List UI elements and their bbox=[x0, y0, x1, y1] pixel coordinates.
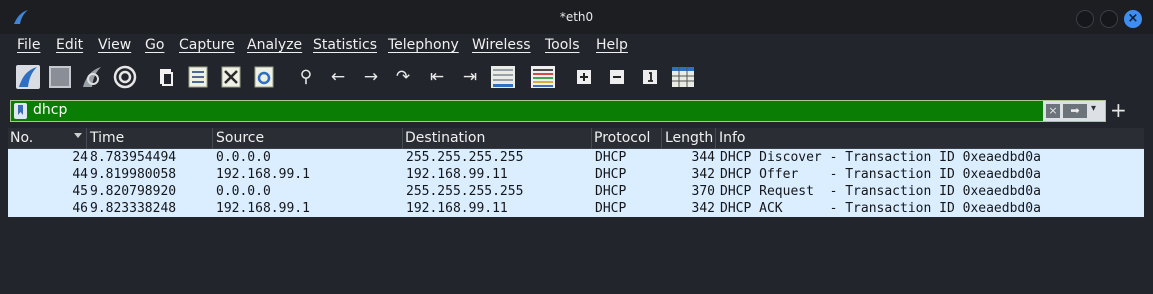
cell-source: 0.0.0.0 bbox=[216, 184, 271, 199]
cell-protocol: DHCP bbox=[595, 201, 627, 216]
cell-time: 8.783954494 bbox=[90, 150, 177, 165]
cell-no: 45 bbox=[72, 184, 88, 199]
menu-bar: File Edit View Go Capture Analyze Statis… bbox=[0, 34, 1153, 58]
stop-capture-icon[interactable] bbox=[46, 63, 74, 91]
packet-row[interactable]: 45 9.820798920 0.0.0.0 255.255.255.255 D… bbox=[8, 183, 1144, 200]
cell-no: 46 bbox=[72, 201, 88, 216]
column-divider[interactable] bbox=[86, 128, 87, 149]
find-packet-icon[interactable]: ⚲ bbox=[292, 63, 320, 91]
menu-help[interactable]: Help bbox=[596, 37, 628, 53]
menu-tools[interactable]: Tools bbox=[545, 37, 580, 53]
column-header-no[interactable]: No. bbox=[10, 130, 33, 149]
cell-info: DHCP Offer - Transaction ID 0xeaedbd0a bbox=[720, 167, 1041, 182]
packet-row[interactable]: 24 8.783954494 0.0.0.0 255.255.255.255 D… bbox=[8, 149, 1144, 166]
cell-time: 9.819980058 bbox=[90, 167, 177, 182]
go-to-packet-icon[interactable]: ↷ bbox=[389, 63, 417, 91]
cell-time: 9.820798920 bbox=[90, 184, 177, 199]
menu-wireless[interactable]: Wireless bbox=[472, 37, 531, 53]
cell-no: 24 bbox=[72, 150, 88, 165]
cell-destination: 192.168.99.11 bbox=[406, 167, 508, 182]
column-header-source[interactable]: Source bbox=[216, 130, 264, 149]
column-header-time[interactable]: Time bbox=[90, 130, 124, 149]
cell-info: DHCP Request - Transaction ID 0xeaedbd0a bbox=[720, 184, 1041, 199]
column-divider[interactable] bbox=[715, 128, 716, 149]
cell-length: 344 bbox=[691, 150, 715, 165]
zoom-in-icon[interactable] bbox=[570, 63, 598, 91]
display-filter-bar: dhcp × ➡ ▾ + bbox=[0, 96, 1153, 128]
cell-length: 342 bbox=[691, 167, 715, 182]
packet-list: No. Time Source Destination Protocol Len… bbox=[8, 128, 1144, 294]
menu-statistics[interactable]: Statistics bbox=[313, 37, 377, 53]
packet-list-header: No. Time Source Destination Protocol Len… bbox=[8, 128, 1144, 149]
cell-source: 192.168.99.1 bbox=[216, 201, 310, 216]
column-header-length[interactable]: Length bbox=[665, 130, 713, 149]
column-divider[interactable] bbox=[212, 128, 213, 149]
menu-view[interactable]: View bbox=[98, 37, 131, 53]
cell-time: 9.823338248 bbox=[90, 201, 177, 216]
filter-actions: × ➡ ▾ bbox=[1043, 101, 1105, 121]
packet-rows: 24 8.783954494 0.0.0.0 255.255.255.255 D… bbox=[8, 149, 1144, 217]
cell-destination: 255.255.255.255 bbox=[406, 184, 524, 199]
maximize-button[interactable] bbox=[1100, 10, 1118, 28]
reload-file-icon[interactable] bbox=[250, 63, 278, 91]
colorize-icon[interactable] bbox=[529, 63, 557, 91]
zoom-out-icon[interactable] bbox=[603, 63, 631, 91]
cell-protocol: DHCP bbox=[595, 167, 627, 182]
column-divider[interactable] bbox=[591, 128, 592, 149]
menu-capture[interactable]: Capture bbox=[179, 37, 235, 53]
open-file-icon[interactable] bbox=[152, 63, 180, 91]
cell-source: 0.0.0.0 bbox=[216, 150, 271, 165]
menu-analyze[interactable]: Analyze bbox=[247, 37, 302, 53]
main-toolbar: ⚲ ← → ↷ ⇤ ⇥ bbox=[0, 58, 1153, 96]
column-divider[interactable] bbox=[661, 128, 662, 149]
menu-edit[interactable]: Edit bbox=[56, 37, 83, 53]
column-header-info[interactable]: Info bbox=[719, 130, 746, 149]
go-back-icon[interactable]: ← bbox=[324, 63, 352, 91]
cell-no: 44 bbox=[72, 167, 88, 182]
sort-descending-icon bbox=[74, 133, 82, 138]
cell-source: 192.168.99.1 bbox=[216, 167, 310, 182]
display-filter-input[interactable]: dhcp bbox=[33, 102, 67, 118]
cell-info: DHCP Discover - Transaction ID 0xeaedbd0… bbox=[720, 150, 1041, 165]
resize-columns-icon[interactable] bbox=[669, 63, 697, 91]
close-file-icon[interactable] bbox=[217, 63, 245, 91]
menu-telephony[interactable]: Telephony bbox=[388, 37, 459, 53]
cell-destination: 192.168.99.11 bbox=[406, 201, 508, 216]
go-forward-icon[interactable]: → bbox=[357, 63, 385, 91]
normal-size-icon[interactable] bbox=[636, 63, 664, 91]
cell-info: DHCP ACK - Transaction ID 0xeaedbd0a bbox=[720, 201, 1041, 216]
column-divider[interactable] bbox=[402, 128, 403, 149]
last-packet-icon[interactable]: ⇥ bbox=[456, 63, 484, 91]
column-header-protocol[interactable]: Protocol bbox=[594, 130, 650, 149]
capture-options-icon[interactable] bbox=[111, 63, 139, 91]
cell-protocol: DHCP bbox=[595, 150, 627, 165]
save-file-icon[interactable] bbox=[184, 63, 212, 91]
packet-row[interactable]: 46 9.823338248 192.168.99.1 192.168.99.1… bbox=[8, 200, 1144, 217]
minimize-button[interactable] bbox=[1076, 10, 1094, 28]
cell-length: 342 bbox=[691, 201, 715, 216]
packet-row[interactable]: 44 9.819980058 192.168.99.1 192.168.99.1… bbox=[8, 166, 1144, 183]
cell-protocol: DHCP bbox=[595, 184, 627, 199]
cell-length: 370 bbox=[691, 184, 715, 199]
display-filter-field[interactable]: dhcp × ➡ ▾ bbox=[10, 100, 1106, 122]
restart-capture-icon[interactable] bbox=[78, 63, 106, 91]
close-button[interactable]: × bbox=[1124, 10, 1142, 28]
bookmark-icon[interactable] bbox=[14, 103, 27, 119]
add-filter-button-icon[interactable]: + bbox=[1110, 98, 1127, 122]
clear-filter-icon[interactable]: × bbox=[1046, 104, 1060, 118]
menu-file[interactable]: File bbox=[17, 37, 40, 53]
start-capture-icon[interactable] bbox=[14, 63, 42, 91]
menu-go[interactable]: Go bbox=[145, 37, 164, 53]
autoscroll-icon[interactable] bbox=[489, 63, 517, 91]
title-bar: *eth0 × bbox=[0, 0, 1153, 34]
cell-destination: 255.255.255.255 bbox=[406, 150, 524, 165]
first-packet-icon[interactable]: ⇤ bbox=[423, 63, 451, 91]
column-header-destination[interactable]: Destination bbox=[405, 130, 485, 149]
filter-history-icon[interactable]: ▾ bbox=[1091, 103, 1096, 114]
apply-filter-icon[interactable]: ➡ bbox=[1063, 104, 1087, 118]
window-title: *eth0 bbox=[559, 10, 594, 24]
